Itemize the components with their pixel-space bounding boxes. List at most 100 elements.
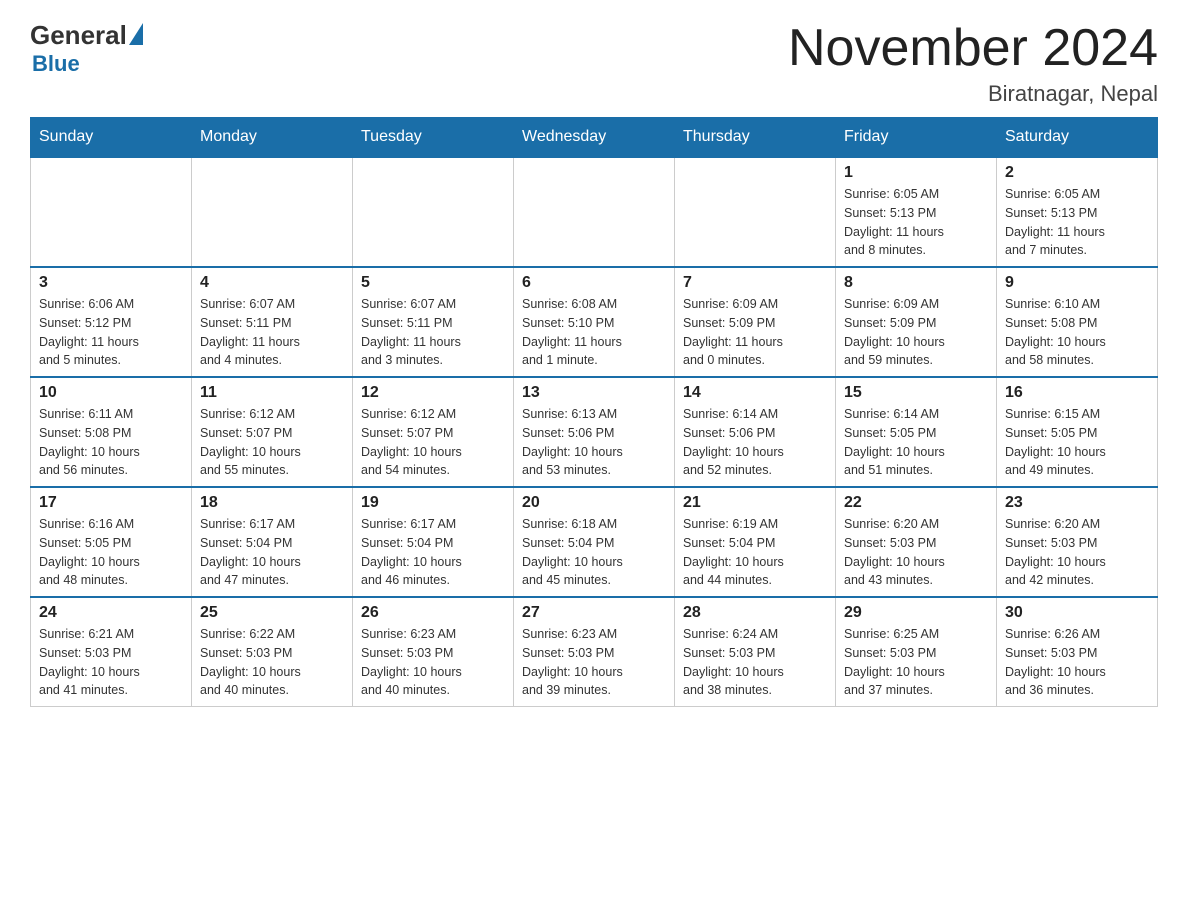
table-row: 28 Sunrise: 6:24 AM Sunset: 5:03 PM Dayli…: [675, 597, 836, 707]
day-number: 10: [39, 384, 183, 402]
header-tuesday: Tuesday: [353, 118, 514, 158]
day-number: 27: [522, 604, 666, 622]
day-number: 3: [39, 274, 183, 292]
table-row: 10 Sunrise: 6:11 AM Sunset: 5:08 PM Dayli…: [31, 377, 192, 487]
day-number: 20: [522, 494, 666, 512]
day-info: Sunrise: 6:22 AM Sunset: 5:03 PM Dayligh…: [200, 625, 344, 700]
day-info: Sunrise: 6:14 AM Sunset: 5:06 PM Dayligh…: [683, 405, 827, 480]
day-number: 16: [1005, 384, 1149, 402]
day-number: 19: [361, 494, 505, 512]
table-row: 25 Sunrise: 6:22 AM Sunset: 5:03 PM Dayli…: [192, 597, 353, 707]
day-info: Sunrise: 6:14 AM Sunset: 5:05 PM Dayligh…: [844, 405, 988, 480]
table-row: 1 Sunrise: 6:05 AM Sunset: 5:13 PM Daylig…: [836, 157, 997, 267]
header-saturday: Saturday: [997, 118, 1158, 158]
table-row: 11 Sunrise: 6:12 AM Sunset: 5:07 PM Dayli…: [192, 377, 353, 487]
day-info: Sunrise: 6:09 AM Sunset: 5:09 PM Dayligh…: [683, 295, 827, 370]
table-row: 26 Sunrise: 6:23 AM Sunset: 5:03 PM Dayli…: [353, 597, 514, 707]
day-info: Sunrise: 6:17 AM Sunset: 5:04 PM Dayligh…: [361, 515, 505, 590]
table-row: 16 Sunrise: 6:15 AM Sunset: 5:05 PM Dayli…: [997, 377, 1158, 487]
table-row: 2Sunrise: 6:05 AM Sunset: 5:13 PM Daylig…: [997, 157, 1158, 267]
day-info: Sunrise: 6:13 AM Sunset: 5:06 PM Dayligh…: [522, 405, 666, 480]
table-row: 30Sunrise: 6:26 AM Sunset: 5:03 PM Dayli…: [997, 597, 1158, 707]
day-number: 4: [200, 274, 344, 292]
day-info: Sunrise: 6:11 AM Sunset: 5:08 PM Dayligh…: [39, 405, 183, 480]
table-row: 27 Sunrise: 6:23 AM Sunset: 5:03 PM Dayli…: [514, 597, 675, 707]
logo-blue-text: Blue: [32, 51, 80, 77]
day-info: Sunrise: 6:12 AM Sunset: 5:07 PM Dayligh…: [361, 405, 505, 480]
day-info: Sunrise: 6:07 AM Sunset: 5:11 PM Dayligh…: [200, 295, 344, 370]
calendar-header-row: Sunday Monday Tuesday Wednesday Thursday…: [31, 118, 1158, 158]
day-info: Sunrise: 6:21 AM Sunset: 5:03 PM Dayligh…: [39, 625, 183, 700]
header-wednesday: Wednesday: [514, 118, 675, 158]
table-row: 24 Sunrise: 6:21 AM Sunset: 5:03 PM Dayli…: [31, 597, 192, 707]
day-number: 30: [1005, 604, 1149, 622]
day-info: Sunrise: 6:08 AM Sunset: 5:10 PM Dayligh…: [522, 295, 666, 370]
table-row: 14 Sunrise: 6:14 AM Sunset: 5:06 PM Dayli…: [675, 377, 836, 487]
day-info: Sunrise: 6:07 AM Sunset: 5:11 PM Dayligh…: [361, 295, 505, 370]
table-row: 15 Sunrise: 6:14 AM Sunset: 5:05 PM Dayli…: [836, 377, 997, 487]
day-info: Sunrise: 6:20 AM Sunset: 5:03 PM Dayligh…: [844, 515, 988, 590]
day-info: Sunrise: 6:24 AM Sunset: 5:03 PM Dayligh…: [683, 625, 827, 700]
table-row: 20Sunrise: 6:18 AM Sunset: 5:04 PM Dayli…: [514, 487, 675, 597]
day-number: 29: [844, 604, 988, 622]
table-row: 7 Sunrise: 6:09 AM Sunset: 5:09 PM Daylig…: [675, 267, 836, 377]
header-sunday: Sunday: [31, 118, 192, 158]
day-number: 11: [200, 384, 344, 402]
day-number: 28: [683, 604, 827, 622]
header-friday: Friday: [836, 118, 997, 158]
day-number: 21: [683, 494, 827, 512]
day-number: 14: [683, 384, 827, 402]
day-number: 26: [361, 604, 505, 622]
day-info: Sunrise: 6:19 AM Sunset: 5:04 PM Dayligh…: [683, 515, 827, 590]
table-row: 19 Sunrise: 6:17 AM Sunset: 5:04 PM Dayli…: [353, 487, 514, 597]
page-header: General Blue November 2024 Biratnagar, N…: [30, 20, 1158, 107]
table-row: 22 Sunrise: 6:20 AM Sunset: 5:03 PM Dayli…: [836, 487, 997, 597]
day-info: Sunrise: 6:23 AM Sunset: 5:03 PM Dayligh…: [361, 625, 505, 700]
day-number: 13: [522, 384, 666, 402]
table-row: [514, 157, 675, 267]
day-info: Sunrise: 6:16 AM Sunset: 5:05 PM Dayligh…: [39, 515, 183, 590]
day-number: 5: [361, 274, 505, 292]
table-row: 6 Sunrise: 6:08 AM Sunset: 5:10 PM Daylig…: [514, 267, 675, 377]
calendar-table: Sunday Monday Tuesday Wednesday Thursday…: [30, 117, 1158, 707]
table-row: 12 Sunrise: 6:12 AM Sunset: 5:07 PM Dayli…: [353, 377, 514, 487]
day-info: Sunrise: 6:12 AM Sunset: 5:07 PM Dayligh…: [200, 405, 344, 480]
day-number: 9: [1005, 274, 1149, 292]
day-info: Sunrise: 6:06 AM Sunset: 5:12 PM Dayligh…: [39, 295, 183, 370]
day-number: 8: [844, 274, 988, 292]
table-row: 3 Sunrise: 6:06 AM Sunset: 5:12 PM Daylig…: [31, 267, 192, 377]
table-row: 23Sunrise: 6:20 AM Sunset: 5:03 PM Dayli…: [997, 487, 1158, 597]
day-number: 17: [39, 494, 183, 512]
day-info: Sunrise: 6:15 AM Sunset: 5:05 PM Dayligh…: [1005, 405, 1149, 480]
day-number: 22: [844, 494, 988, 512]
day-info: Sunrise: 6:10 AM Sunset: 5:08 PM Dayligh…: [1005, 295, 1149, 370]
day-number: 1: [844, 164, 988, 182]
logo: General Blue: [30, 20, 143, 77]
table-row: 18Sunrise: 6:17 AM Sunset: 5:04 PM Dayli…: [192, 487, 353, 597]
day-number: 6: [522, 274, 666, 292]
day-info: Sunrise: 6:05 AM Sunset: 5:13 PM Dayligh…: [844, 185, 988, 260]
table-row: [192, 157, 353, 267]
table-row: [353, 157, 514, 267]
table-row: 9 Sunrise: 6:10 AM Sunset: 5:08 PM Daylig…: [997, 267, 1158, 377]
header-thursday: Thursday: [675, 118, 836, 158]
day-number: 25: [200, 604, 344, 622]
day-number: 12: [361, 384, 505, 402]
calendar-week-row: 24 Sunrise: 6:21 AM Sunset: 5:03 PM Dayli…: [31, 597, 1158, 707]
month-title: November 2024: [788, 20, 1158, 77]
day-number: 24: [39, 604, 183, 622]
logo-general-text: General: [30, 20, 127, 51]
day-number: 15: [844, 384, 988, 402]
table-row: 13 Sunrise: 6:13 AM Sunset: 5:06 PM Dayli…: [514, 377, 675, 487]
calendar-week-row: 3 Sunrise: 6:06 AM Sunset: 5:12 PM Daylig…: [31, 267, 1158, 377]
table-row: 21 Sunrise: 6:19 AM Sunset: 5:04 PM Dayli…: [675, 487, 836, 597]
day-info: Sunrise: 6:17 AM Sunset: 5:04 PM Dayligh…: [200, 515, 344, 590]
calendar-week-row: 17 Sunrise: 6:16 AM Sunset: 5:05 PM Dayli…: [31, 487, 1158, 597]
title-block: November 2024 Biratnagar, Nepal: [788, 20, 1158, 107]
day-info: Sunrise: 6:25 AM Sunset: 5:03 PM Dayligh…: [844, 625, 988, 700]
table-row: 5 Sunrise: 6:07 AM Sunset: 5:11 PM Daylig…: [353, 267, 514, 377]
day-number: 7: [683, 274, 827, 292]
table-row: 17 Sunrise: 6:16 AM Sunset: 5:05 PM Dayli…: [31, 487, 192, 597]
day-info: Sunrise: 6:23 AM Sunset: 5:03 PM Dayligh…: [522, 625, 666, 700]
day-number: 23: [1005, 494, 1149, 512]
